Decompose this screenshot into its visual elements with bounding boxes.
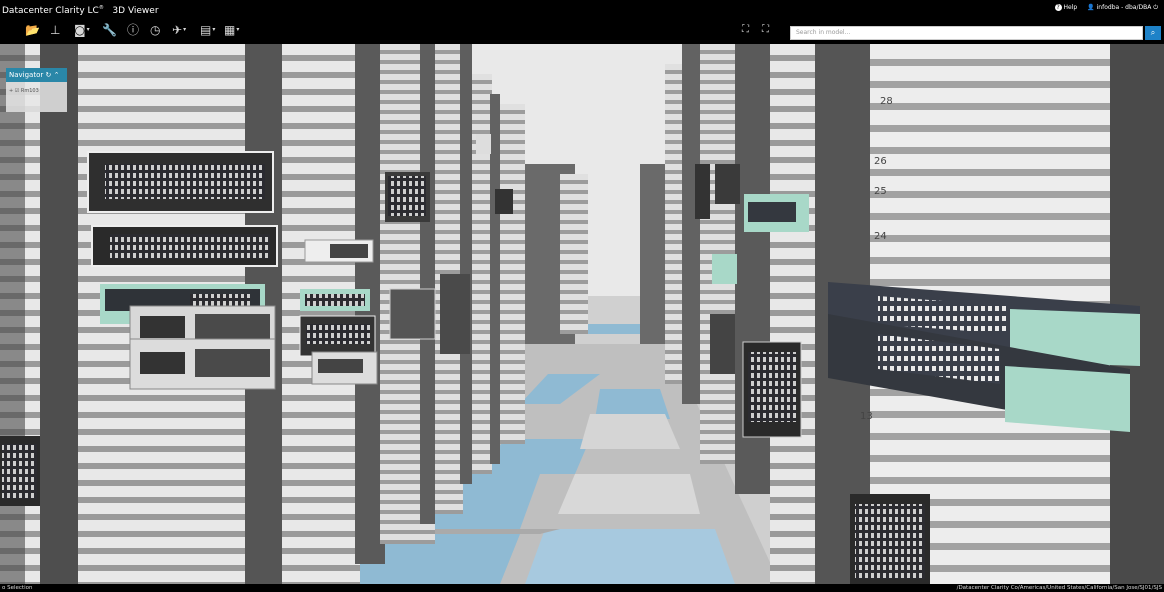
camera-icon[interactable]: ◙▾	[74, 23, 90, 37]
rack-unit-label: 24	[874, 231, 887, 242]
navigator-header[interactable]: Navigator ↻ ⌃	[6, 68, 67, 82]
rack-unit-label: 13	[860, 411, 873, 422]
title-bar: Datacenter Clarity LC® 3D Viewer ? Help 👤…	[0, 0, 1164, 16]
3d-viewport[interactable]: 28 26 25 24 13	[0, 44, 1164, 584]
binoculars-icon[interactable]: ⛶	[742, 23, 749, 37]
search-input[interactable]: Search in model...	[790, 26, 1143, 40]
chevron-up-icon[interactable]: ⌃	[54, 71, 60, 79]
hierarchy-icon[interactable]: ⊥	[50, 23, 60, 37]
power-icon[interactable]: ⏻	[1153, 4, 1158, 11]
calendar-icon[interactable]: ▦▾	[224, 23, 239, 37]
navigator-panel[interactable]: Navigator ↻ ⌃ + ☑ Rm103	[6, 68, 67, 112]
tree-item-label[interactable]: Rm103	[21, 88, 39, 94]
clock-icon[interactable]: ◷	[150, 23, 160, 37]
rack-unit-label: 28	[880, 96, 893, 107]
refresh-icon[interactable]: ↻	[46, 71, 52, 79]
info-icon[interactable]: ⓘ	[127, 23, 139, 37]
help-link[interactable]: ? Help	[1054, 0, 1077, 16]
binoculars-alt-icon[interactable]: ⛶	[762, 23, 769, 37]
search-icon: ⌕	[1150, 28, 1156, 37]
selection-status: o Selection	[2, 585, 33, 591]
rack-unit-label: 26	[874, 156, 887, 167]
view-name: 3D Viewer	[112, 6, 159, 16]
user-icon: 👤	[1087, 4, 1095, 11]
status-bar: o Selection /Datacenter Clarity Co/Ameri…	[0, 584, 1164, 592]
document-icon[interactable]: ▤▾	[200, 23, 215, 37]
folder-icon[interactable]: 📂	[25, 23, 40, 37]
plane-icon[interactable]: ✈▾	[172, 23, 186, 37]
navigator-tree[interactable]: + ☑ Rm103	[9, 88, 39, 94]
tree-checkbox[interactable]: ☑	[15, 88, 19, 94]
rack-unit-label: 25	[874, 186, 887, 197]
user-menu[interactable]: 👤 infodba - dba/DBA ⏻	[1087, 0, 1158, 16]
wrench-icon[interactable]: 🔧	[102, 23, 117, 37]
help-icon: ?	[1054, 4, 1062, 11]
expand-icon[interactable]: +	[9, 88, 13, 94]
search-button[interactable]: ⌕	[1145, 26, 1161, 40]
location-path: /Datacenter Clarity Co/Americas/United S…	[956, 585, 1162, 591]
